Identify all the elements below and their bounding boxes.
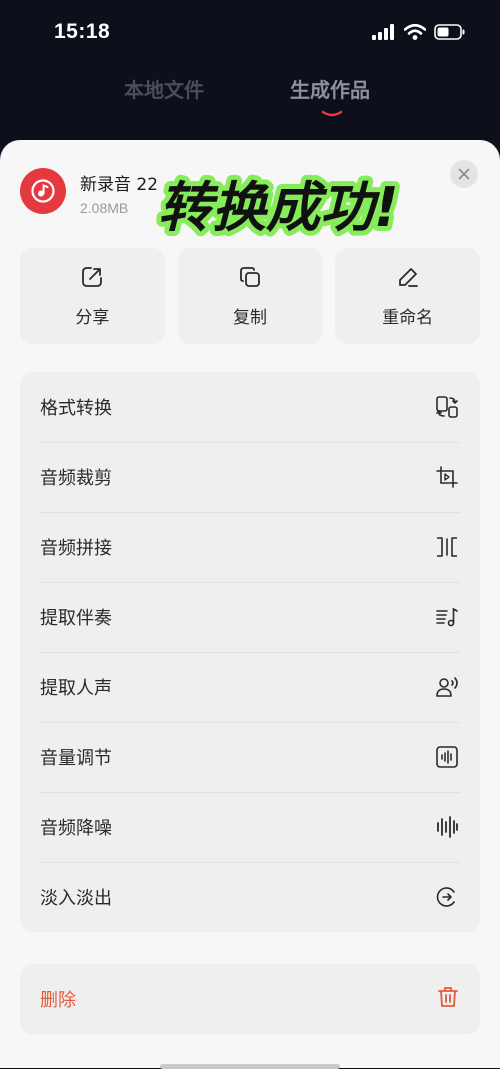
signal-icon [372, 24, 396, 44]
success-banner-text: 转换成功! [158, 176, 399, 239]
menu-item-label: 音频降噪 [40, 818, 112, 839]
tools-menu: 格式转换 音频裁剪 音频拼接 提取伴奏 提取人声 音量调节 音频降噪 淡入淡出 [20, 372, 480, 932]
menu-item-extract-vocals[interactable]: 提取人声 [20, 652, 480, 722]
tab-local-files[interactable]: 本地文件 [124, 74, 204, 103]
menu-item-label: 提取伴奏 [40, 608, 112, 629]
close-icon [458, 165, 470, 184]
menu-item-format-convert[interactable]: 格式转换 [20, 372, 480, 442]
menu-item-label: 音量调节 [40, 748, 112, 769]
menu-item-audio-crop[interactable]: 音频裁剪 [20, 442, 480, 512]
wifi-icon [403, 23, 427, 44]
splice-icon [434, 534, 460, 560]
format-convert-icon [434, 394, 460, 420]
menu-item-noise-reduction[interactable]: 音频降噪 [20, 792, 480, 862]
menu-item-audio-splice[interactable]: 音频拼接 [20, 512, 480, 582]
menu-item-label: 音频拼接 [40, 538, 112, 559]
quick-actions: 分享 复制 重命名 [20, 248, 481, 344]
voice-person-icon [434, 674, 460, 700]
battery-icon [434, 24, 466, 44]
copy-label: 复制 [233, 307, 267, 328]
home-indicator [160, 1064, 340, 1069]
menu-item-label: 提取人声 [40, 678, 112, 699]
delete-button[interactable]: 删除 [20, 964, 480, 1034]
menu-item-label: 格式转换 [40, 398, 112, 419]
rename-button[interactable]: 重命名 [335, 248, 481, 344]
status-bar: 15:18 [0, 0, 500, 66]
accompaniment-icon [434, 604, 460, 630]
top-tabs: 本地文件 生成作品 [0, 66, 500, 136]
file-name: 新录音 22 [80, 175, 159, 195]
file-header: 新录音 22 2.08MB 转换成功! [0, 140, 500, 244]
close-button[interactable] [450, 160, 478, 188]
trash-icon [436, 985, 460, 1013]
delete-label: 删除 [40, 990, 76, 1011]
tab-generated-works[interactable]: 生成作品 [290, 74, 370, 103]
share-button[interactable]: 分享 [20, 248, 165, 344]
rename-label: 重命名 [382, 307, 434, 328]
copy-icon [238, 265, 262, 293]
fade-icon [434, 884, 460, 910]
action-sheet: 新录音 22 2.08MB 转换成功! 分享 复制 重命名 格式转换 音频裁剪 … [0, 140, 500, 1069]
share-label: 分享 [75, 307, 110, 328]
rename-pencil-icon [396, 265, 420, 293]
menu-item-label: 音频裁剪 [40, 468, 112, 489]
file-size: 2.08MB [80, 200, 129, 216]
copy-button[interactable]: 复制 [177, 248, 323, 344]
menu-item-label: 淡入淡出 [40, 888, 112, 909]
status-time: 15:18 [54, 20, 111, 43]
menu-item-extract-accompaniment[interactable]: 提取伴奏 [20, 582, 480, 652]
music-note-icon [20, 168, 66, 214]
noise-reduction-icon [434, 814, 460, 840]
volume-adjust-icon [434, 744, 460, 770]
menu-item-volume-adjust[interactable]: 音量调节 [20, 722, 480, 792]
crop-icon [434, 464, 460, 490]
share-icon [80, 265, 104, 293]
menu-item-fade-in-out[interactable]: 淡入淡出 [20, 862, 480, 932]
active-tab-indicator [320, 104, 344, 123]
success-banner: 转换成功! [153, 171, 404, 244]
status-icons [372, 23, 466, 44]
